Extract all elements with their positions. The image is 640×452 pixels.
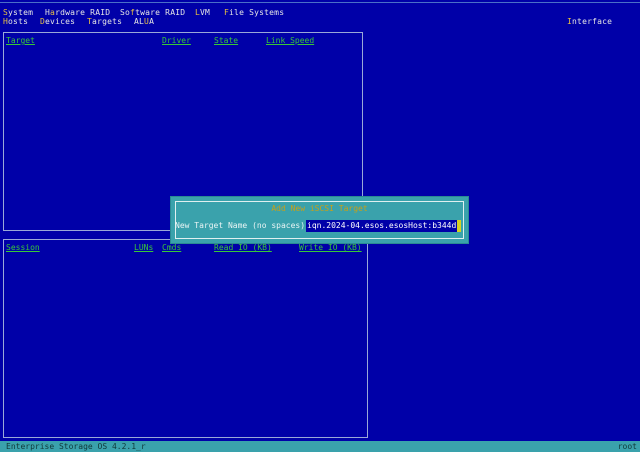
menu-targets[interactable]: Targets	[87, 17, 122, 27]
col-cmds[interactable]: Cmds	[162, 243, 181, 253]
col-link-speed[interactable]: Link Speed	[266, 36, 314, 46]
col-luns[interactable]: LUNs	[134, 243, 153, 253]
status-bar: Enterprise Storage OS 4.2.1_r root	[0, 441, 640, 452]
add-target-dialog: Add New iSCSI Target New Target Name (no…	[171, 197, 468, 243]
menu-alua[interactable]: ALUA	[134, 17, 154, 27]
menu-lvm[interactable]: LVM	[195, 8, 210, 18]
text-cursor	[457, 220, 461, 232]
menu-hosts[interactable]: Hosts	[3, 17, 28, 27]
menu-devices[interactable]: Devices	[40, 17, 75, 27]
menu-interface[interactable]: Interface	[567, 17, 612, 27]
col-target[interactable]: Target	[6, 36, 35, 46]
dialog-title: Add New iSCSI Target	[271, 204, 368, 213]
menu-file-systems[interactable]: File Systems	[224, 8, 284, 18]
col-state[interactable]: State	[214, 36, 238, 46]
os-version-label: Enterprise Storage OS 4.2.1_r	[6, 442, 146, 451]
col-read-io[interactable]: Read IO (KB)	[214, 243, 272, 253]
top-border-line	[0, 2, 640, 3]
col-write-io[interactable]: Write IO (KB)	[299, 243, 362, 253]
col-session[interactable]: Session	[6, 243, 40, 253]
target-name-label: New Target Name (no spaces):	[175, 221, 310, 230]
target-name-input[interactable]: iqn.2024-04.esos.esosHost:b344d	[306, 220, 461, 232]
col-driver[interactable]: Driver	[162, 36, 191, 46]
user-label: root	[617, 442, 637, 451]
sessions-panel[interactable]	[3, 239, 368, 438]
